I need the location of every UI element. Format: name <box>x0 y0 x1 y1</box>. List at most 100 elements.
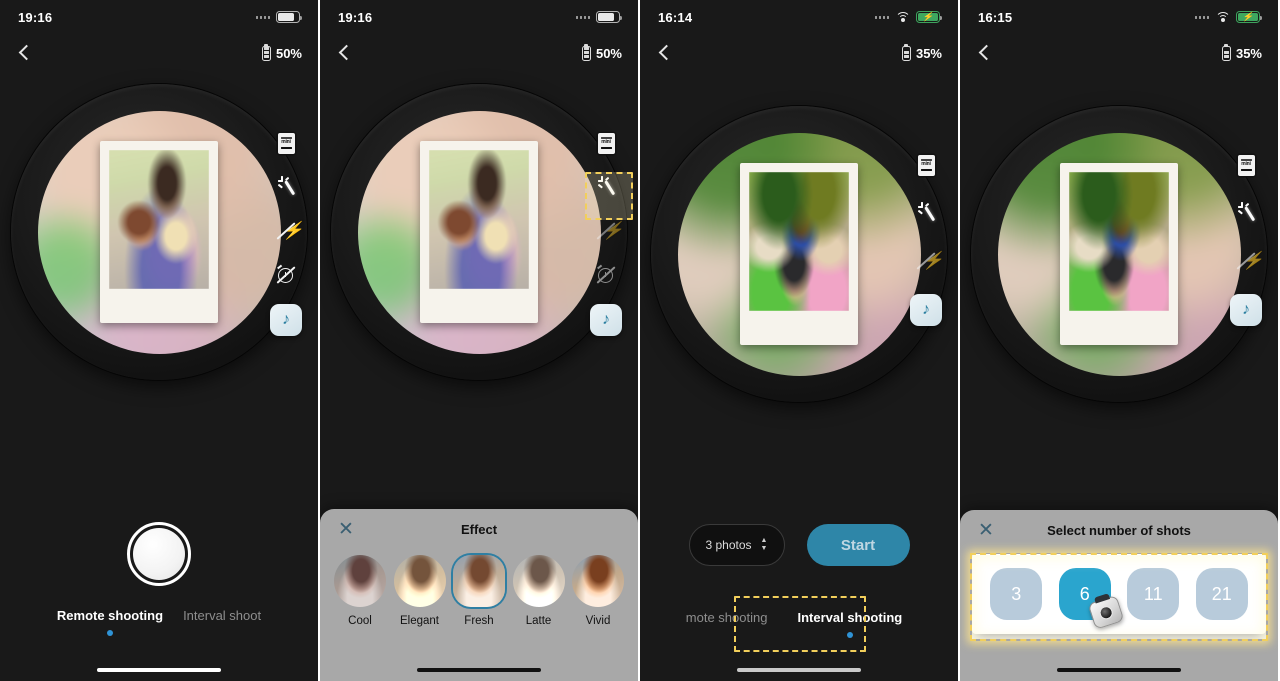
panel-select-shots: 16:15 ⚡ 35% mini ⚡ ♪ ✕ Select number of … <box>960 0 1278 681</box>
active-tab-dot <box>846 632 853 638</box>
wifi-icon <box>1215 11 1230 23</box>
magic-wand-button[interactable] <box>591 172 621 202</box>
timer-off-button[interactable] <box>271 260 301 290</box>
flash-off-button[interactable]: ⚡ <box>271 216 303 246</box>
status-bar: 19:16 <box>320 0 638 34</box>
shot-option-3[interactable]: 3 <box>990 568 1043 620</box>
back-chevron-icon[interactable] <box>976 44 994 62</box>
tab-remote-shooting-label: Remote shooting <box>56 608 164 623</box>
shot-option-11[interactable]: 11 <box>1127 568 1180 620</box>
back-chevron-icon[interactable] <box>16 44 34 62</box>
camera-lens-preview <box>651 106 947 402</box>
back-chevron-icon[interactable] <box>336 44 354 62</box>
printer-mini-icon: mini <box>1237 154 1255 176</box>
printer-mini-label: mini <box>281 139 291 146</box>
mode-tabs: Remote shooting Interval shoot <box>0 608 318 636</box>
magic-wand-icon <box>595 176 617 198</box>
printer-mini-button[interactable]: mini <box>591 128 621 158</box>
stepper-arrows[interactable]: ▲ ▼ <box>761 537 768 552</box>
flash-off-icon: ⚡ <box>275 220 303 242</box>
icon-rail: mini ⚡ ♪ <box>270 128 303 336</box>
effect-option-elegant[interactable]: Elegant <box>393 555 446 627</box>
printer-mini-icon: mini <box>597 132 615 154</box>
back-chevron-icon[interactable] <box>656 44 674 62</box>
printer-mini-button[interactable]: mini <box>271 128 301 158</box>
close-icon[interactable]: ✕ <box>338 520 354 539</box>
music-note-icon: ♪ <box>922 301 930 318</box>
stepper-down-icon[interactable]: ▼ <box>761 545 768 552</box>
effect-sheet: ✕ Effect Cool Elegant Fresh Latte Vivid <box>320 509 638 681</box>
status-indicators <box>255 11 303 23</box>
device-battery-label: 50% <box>595 45 622 61</box>
panel-interval-shooting: 16:14 ⚡ 35% mini ⚡ ♪ 3 photos ▲ ▼ Start … <box>640 0 958 681</box>
device-battery-icon <box>261 45 271 61</box>
effect-option-latte[interactable]: Latte <box>512 555 565 627</box>
device-battery-label: 50% <box>275 45 302 61</box>
home-indicator <box>417 668 541 672</box>
magic-wand-button[interactable] <box>911 198 941 228</box>
timer-off-icon <box>275 264 297 286</box>
close-icon[interactable]: ✕ <box>978 521 994 540</box>
icon-rail: mini ⚡ ♪ <box>590 128 623 336</box>
interval-controls: 3 photos ▲ ▼ Start <box>640 524 958 566</box>
device-battery-label: 35% <box>1235 45 1262 61</box>
nav-bar: 35% <box>640 38 958 68</box>
music-note-icon: ♪ <box>602 311 610 328</box>
timer-off-button[interactable] <box>591 260 621 290</box>
tab-interval-shooting-label: Interval shooting <box>797 610 903 625</box>
music-button[interactable]: ♪ <box>910 294 942 326</box>
lens-ring <box>651 106 947 402</box>
tab-interval-shooting-label: Interval shoot <box>183 608 262 623</box>
magic-wand-button[interactable] <box>271 172 301 202</box>
effect-sheet-header: ✕ Effect <box>320 509 638 549</box>
shot-option-21[interactable]: 21 <box>1195 568 1248 620</box>
viewfinder <box>37 110 281 354</box>
stepper-up-icon[interactable]: ▲ <box>761 537 768 544</box>
effect-option-fresh[interactable]: Fresh <box>453 555 505 627</box>
status-bar: 19:16 <box>0 0 318 34</box>
home-indicator <box>737 668 861 672</box>
start-button[interactable]: Start <box>806 524 910 566</box>
printer-mini-icon: mini <box>917 154 935 176</box>
magic-wand-icon <box>1235 202 1257 224</box>
tab-interval-shooting[interactable]: Interval shoot <box>173 608 271 623</box>
polaroid-photo <box>749 172 849 311</box>
tab-remote-shooting[interactable]: mote shooting <box>676 610 778 625</box>
home-indicator <box>1057 668 1181 672</box>
tab-remote-shooting[interactable]: Remote shooting <box>47 608 173 636</box>
printer-mini-button[interactable]: mini <box>1231 150 1261 180</box>
battery-icon <box>596 11 623 23</box>
lens-ring <box>11 84 307 380</box>
panel-effect-sheet: 19:16 50% mini ⚡ ♪ ✕ Effect Cool Elegant… <box>320 0 638 681</box>
music-button[interactable]: ♪ <box>1230 294 1262 326</box>
printer-mini-label: mini <box>601 139 611 146</box>
shot-option-6[interactable]: 6 <box>1058 568 1111 620</box>
music-button[interactable]: ♪ <box>590 304 622 336</box>
printer-mini-button[interactable]: mini <box>911 150 941 180</box>
polaroid-frame <box>740 163 858 345</box>
effect-thumbnail <box>512 555 565 607</box>
signal-dots-icon <box>1194 15 1209 19</box>
effect-label: Latte <box>525 615 552 627</box>
effect-option-vivid[interactable]: Vivid <box>572 555 624 627</box>
magic-wand-button[interactable] <box>1231 198 1261 228</box>
shot-options: 3 6 11 21 <box>972 554 1266 634</box>
viewfinder <box>357 110 601 354</box>
effect-option-cool[interactable]: Cool <box>334 555 386 627</box>
status-clock: 19:16 <box>338 9 373 25</box>
camera-lens-preview <box>11 84 307 380</box>
flash-off-button[interactable]: ⚡ <box>911 246 943 276</box>
shutter-button[interactable] <box>127 522 191 586</box>
music-button[interactable]: ♪ <box>270 304 302 336</box>
flash-off-button[interactable]: ⚡ <box>591 216 623 246</box>
mode-tabs: mote shooting Interval shooting <box>640 610 958 638</box>
tab-interval-shooting[interactable]: Interval shooting <box>777 610 922 638</box>
device-battery-indicator: 35% <box>901 45 942 61</box>
polaroid-frame <box>100 141 218 323</box>
effect-sheet-title: Effect <box>460 521 498 537</box>
nav-bar: 50% <box>320 38 638 68</box>
flash-off-button[interactable]: ⚡ <box>1231 246 1263 276</box>
battery-charging-icon: ⚡ <box>1236 11 1263 23</box>
photo-count-stepper[interactable]: 3 photos ▲ ▼ <box>688 524 785 566</box>
polaroid-photo <box>109 150 209 289</box>
